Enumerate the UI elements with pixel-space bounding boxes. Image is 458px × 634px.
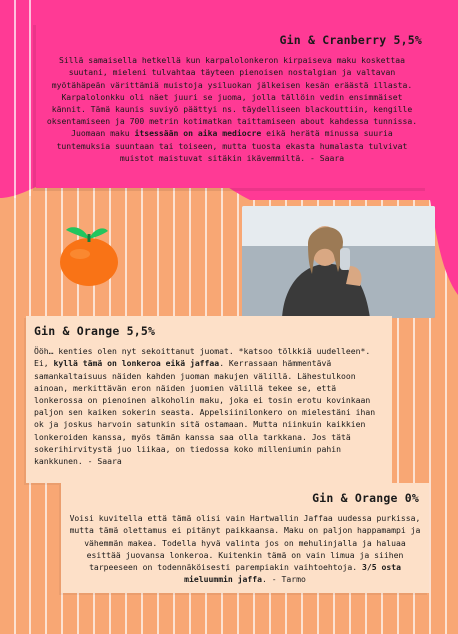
review-text: Voisi kuvitella että tämä olisi vain Har… — [69, 513, 421, 585]
review-card-orange: Gin & Orange 5,5% Ööh… kenties olen nyt … — [26, 316, 392, 483]
review-card-cranberry: Gin & Cranberry 5,5% Sillä samaisella he… — [36, 22, 428, 188]
orange-icon — [60, 227, 118, 286]
photo-person-drinking — [242, 206, 435, 318]
review-title: Gin & Orange 5,5% — [34, 324, 156, 338]
review-title: Gin & Orange 0% — [312, 491, 419, 505]
review-card-orange-zero: Gin & Orange 0% Voisi kuvitella että täm… — [61, 483, 429, 593]
review-title: Gin & Cranberry 5,5% — [279, 33, 422, 47]
review-text: Sillä samaisella hetkellä kun karpalolon… — [46, 55, 418, 163]
review-text: Ööh… kenties olen nyt sekoittanut juomat… — [34, 346, 376, 467]
